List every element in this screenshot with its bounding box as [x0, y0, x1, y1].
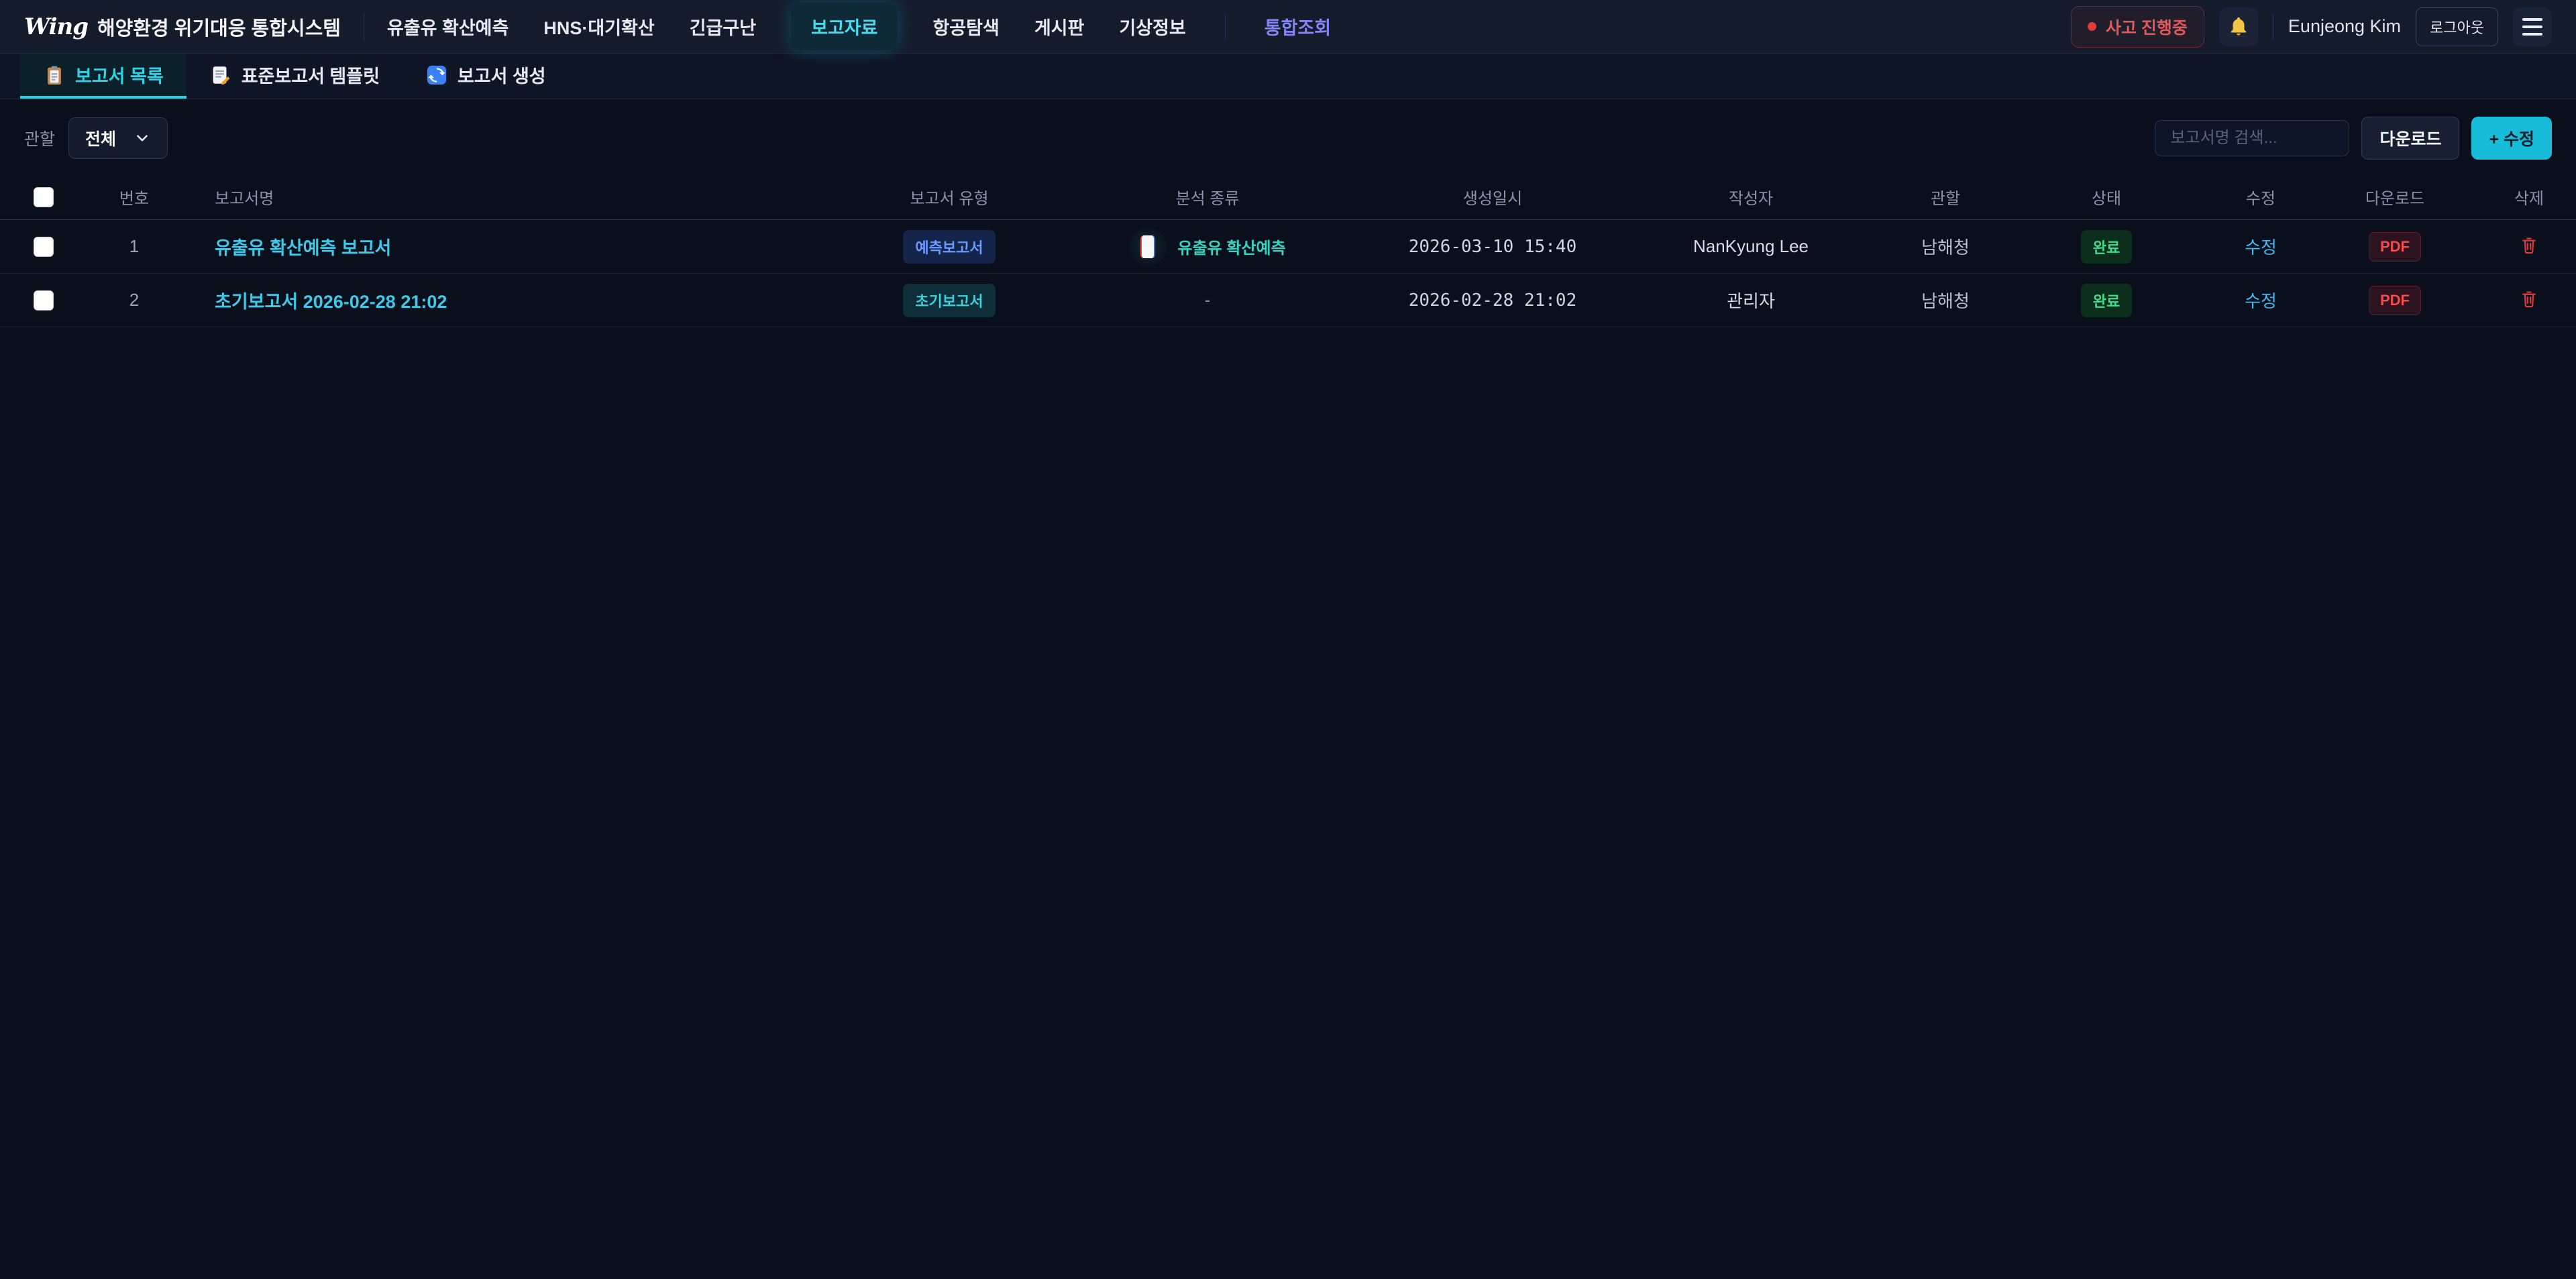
table-row: 2 초기보고서 2026-02-28 21:02 초기보고서 - 2026-02… — [0, 274, 2576, 327]
nav-item-reports[interactable]: 보고자료 — [791, 3, 898, 50]
pdf-download-button[interactable]: PDF — [2369, 286, 2421, 315]
app-title: 해양환경 위기대응 통합시스템 — [97, 13, 341, 41]
filter-bar: 관할 전체 다운로드 + 수정 — [0, 99, 2576, 174]
report-name-link[interactable]: 유출유 확산예측 보고서 — [215, 238, 391, 258]
col-report-type: 보고서 유형 — [859, 185, 1040, 209]
col-jurisdiction: 관할 — [1892, 185, 1999, 209]
trash-icon — [2519, 288, 2539, 309]
report-type-badge: 예측보고서 — [903, 230, 995, 264]
user-name: Eunjeong Kim — [2288, 16, 2401, 37]
row-checkbox[interactable] — [34, 290, 54, 311]
main-nav: 유출유 확산예측 HNS·대기확산 긴급구난 보고자료 항공탐색 게시판 기상정… — [387, 3, 1331, 50]
red-dot-icon — [2088, 22, 2096, 31]
memo-pencil-icon — [209, 64, 232, 87]
jurisdiction-filter-label: 관할 — [24, 126, 55, 150]
app-logo: Wing — [24, 13, 88, 40]
jurisdiction: 남해청 — [1892, 288, 1999, 313]
report-tabs: 보고서 목록 표준보고서 템플릿 보고서 생성 — [0, 54, 2576, 99]
header-right: 사고 진행중 Eunjeong Kim 로그아웃 — [2071, 6, 2552, 48]
clipboard-icon — [43, 64, 66, 87]
tab-generate-report[interactable]: 보고서 생성 — [402, 54, 569, 99]
bell-icon — [2227, 15, 2250, 38]
tab-report-list[interactable]: 보고서 목록 — [20, 54, 186, 99]
download-button[interactable]: 다운로드 — [2361, 117, 2459, 160]
edit-link[interactable]: 수정 — [2245, 237, 2277, 258]
created-at: 2026-02-28 21:02 — [1375, 290, 1610, 311]
tab-standard-template[interactable]: 표준보고서 템플릿 — [186, 54, 402, 99]
nav-item-weather[interactable]: 기상정보 — [1119, 13, 1185, 40]
oil-drum-icon — [1129, 228, 1167, 266]
nav-item-aerial-search[interactable]: 항공탐색 — [932, 13, 999, 40]
tab-label: 보고서 생성 — [458, 62, 546, 88]
edit-button[interactable]: + 수정 — [2471, 117, 2552, 160]
status-badge: 완료 — [2081, 230, 2132, 264]
table-row: 1 유출유 확산예측 보고서 예측보고서 유출유 확산예측 2026-03-10… — [0, 220, 2576, 274]
row-number: 1 — [87, 236, 181, 257]
filter-actions: 다운로드 + 수정 — [2155, 117, 2552, 160]
select-all-checkbox[interactable] — [34, 187, 54, 207]
chevron-down-icon — [133, 129, 151, 147]
incident-status-badge: 사고 진행중 — [2071, 6, 2204, 48]
report-type-badge: 초기보고서 — [903, 284, 995, 317]
col-created-at: 생성일시 — [1375, 185, 1610, 209]
delete-button[interactable] — [2519, 235, 2539, 255]
trash-icon — [2519, 235, 2539, 255]
nav-item-oil-spill[interactable]: 유출유 확산예측 — [387, 13, 508, 40]
row-number: 2 — [87, 290, 181, 311]
author: NanKyung Lee — [1610, 236, 1892, 257]
divider — [1225, 15, 1226, 39]
brand: Wing 해양환경 위기대응 통합시스템 — [24, 13, 341, 41]
nav-item-hns[interactable]: HNS·대기확산 — [543, 13, 654, 40]
col-number: 번호 — [87, 185, 181, 209]
tab-label: 표준보고서 템플릿 — [241, 62, 380, 88]
col-delete: 삭제 — [2482, 185, 2576, 209]
report-name-link[interactable]: 초기보고서 2026-02-28 21:02 — [215, 292, 447, 312]
nav-item-rescue[interactable]: 긴급구난 — [690, 13, 756, 40]
col-status: 상태 — [1999, 185, 2214, 209]
tab-label: 보고서 목록 — [75, 62, 164, 88]
nav-item-integrated-search[interactable]: 통합조회 — [1265, 13, 1331, 40]
author: 관리자 — [1610, 288, 1892, 313]
notifications-button[interactable] — [2219, 7, 2258, 46]
col-report-name: 보고서명 — [181, 185, 859, 209]
report-search-input[interactable] — [2155, 120, 2349, 156]
col-download: 다운로드 — [2308, 185, 2482, 209]
row-checkbox[interactable] — [34, 237, 54, 257]
created-at: 2026-03-10 15:40 — [1375, 237, 1610, 257]
status-badge: 완료 — [2081, 284, 2132, 317]
table-header: 번호 보고서명 보고서 유형 분석 종류 생성일시 작성자 관할 상태 수정 다… — [0, 174, 2576, 220]
col-author: 작성자 — [1610, 185, 1892, 209]
jurisdiction-select[interactable]: 전체 — [68, 117, 168, 159]
col-analysis-type: 분석 종류 — [1040, 185, 1375, 209]
nav-item-board[interactable]: 게시판 — [1034, 13, 1085, 40]
menu-button[interactable] — [2513, 7, 2552, 46]
refresh-icon — [425, 64, 448, 87]
delete-button[interactable] — [2519, 288, 2539, 309]
logout-button[interactable]: 로그아웃 — [2416, 7, 2498, 46]
jurisdiction: 남해청 — [1892, 234, 1999, 259]
report-list-panel: 관할 전체 다운로드 + 수정 번호 보고서명 보고서 유형 분석 종류 생성일… — [0, 99, 2576, 1278]
pdf-download-button[interactable]: PDF — [2369, 232, 2421, 262]
analysis-type: 유출유 확산예측 — [1129, 228, 1285, 266]
analysis-type: - — [1205, 290, 1211, 310]
hamburger-icon — [2522, 18, 2542, 36]
edit-link[interactable]: 수정 — [2245, 291, 2277, 311]
app-header: Wing 해양환경 위기대응 통합시스템 유출유 확산예측 HNS·대기확산 긴… — [0, 0, 2576, 54]
col-edit: 수정 — [2214, 185, 2308, 209]
